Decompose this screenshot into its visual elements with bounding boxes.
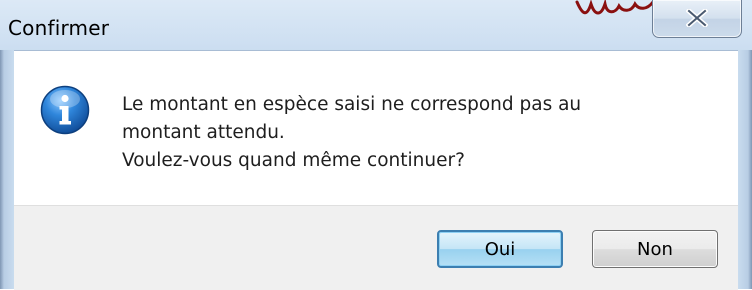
close-icon bbox=[686, 9, 708, 27]
dialog-window: Confirmer Le montant en espèce saisi ne … bbox=[0, 0, 752, 290]
message-line-3: Voulez-vous quand même continuer? bbox=[122, 150, 465, 171]
decorative-scribble bbox=[575, 0, 655, 15]
window-frame-left bbox=[0, 50, 14, 289]
window-title: Confirmer bbox=[8, 16, 110, 40]
message-text: Le montant en espèce saisi ne correspond… bbox=[122, 91, 581, 175]
message-line-2: montant attendu. bbox=[122, 122, 285, 143]
message-line-1: Le montant en espèce saisi ne correspond… bbox=[122, 94, 582, 115]
no-button[interactable]: Non bbox=[592, 230, 718, 268]
info-icon bbox=[40, 85, 90, 135]
button-bar: Oui Non bbox=[14, 205, 738, 290]
yes-button[interactable]: Oui bbox=[437, 230, 563, 268]
window-frame-right bbox=[738, 50, 752, 289]
dialog-content: Le montant en espèce saisi ne correspond… bbox=[14, 50, 738, 290]
message-area: Le montant en espèce saisi ne correspond… bbox=[14, 51, 738, 205]
close-button[interactable] bbox=[652, 0, 742, 38]
